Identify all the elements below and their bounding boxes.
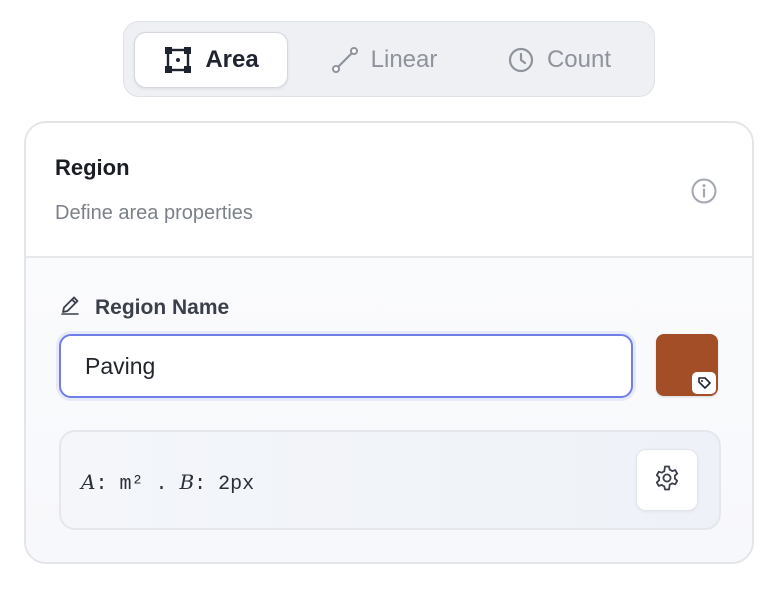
formula-var-b: B [179, 470, 195, 494]
tab-count-label: Count [546, 46, 612, 73]
formula-var-a: A [81, 470, 96, 494]
card-body: Region Name A: m² . B: 2px [26, 258, 752, 562]
region-name-input[interactable] [59, 334, 633, 398]
info-icon[interactable] [690, 177, 718, 205]
measurement-type-tabs: Area Linear Count [123, 21, 655, 97]
area-square-icon [163, 45, 193, 75]
tag-icon [692, 372, 716, 394]
card-header: Region Define area properties [26, 123, 752, 257]
color-swatch-button[interactable] [656, 334, 718, 396]
pencil-icon [59, 294, 81, 321]
formula-part-b: : 2px [194, 473, 255, 496]
tab-linear-label: Linear [370, 46, 438, 73]
clock-icon [507, 46, 535, 74]
card-title: Region [55, 155, 130, 180]
line-segment-icon [331, 46, 359, 74]
formula-panel: A: m² . B: 2px [59, 430, 721, 530]
tab-area[interactable]: Area [134, 32, 288, 88]
formula-text: A: m² . B: 2px [81, 470, 254, 496]
region-name-label-text: Region Name [95, 295, 230, 319]
region-card: Region Define area properties Region Nam… [24, 121, 754, 564]
region-name-label: Region Name [59, 294, 229, 321]
tab-linear[interactable]: Linear [314, 32, 454, 88]
tab-area-label: Area [205, 46, 259, 73]
tab-count[interactable]: Count [494, 32, 624, 88]
formula-settings-button[interactable] [636, 449, 698, 511]
formula-part-a: : m² . [95, 473, 180, 496]
card-subtitle: Define area properties [55, 202, 253, 224]
gear-icon [653, 464, 681, 497]
